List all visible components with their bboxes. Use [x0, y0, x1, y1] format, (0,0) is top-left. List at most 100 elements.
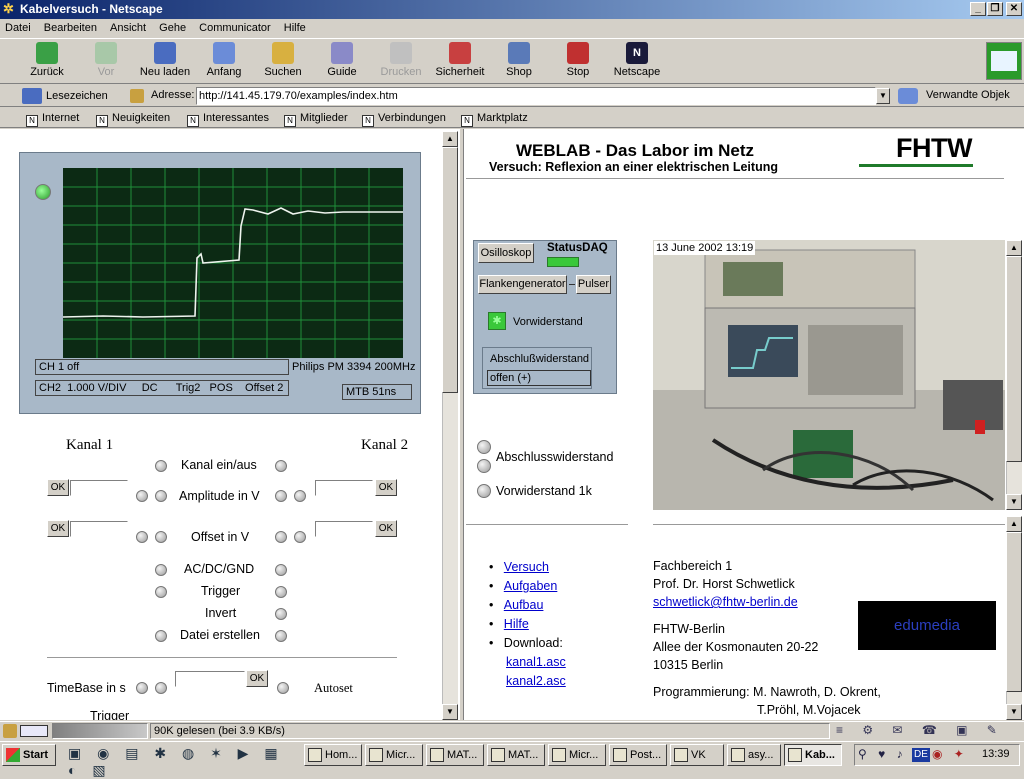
ch2-invert-button[interactable]: [275, 608, 287, 620]
ch1-datei-button[interactable]: [155, 630, 167, 642]
left-scroll-thumb[interactable]: [442, 147, 458, 393]
quick-launch[interactable]: ▣ ◉ ▤ ✱ ◍ ✶ ▶ ▦ ◐ ▧: [68, 745, 300, 778]
home-button[interactable]: Anfang: [196, 42, 252, 82]
ch1-offset-minus-button[interactable]: [155, 531, 167, 543]
personal-link-mitglieder[interactable]: N Mitglieder: [284, 110, 348, 127]
abschluss-select[interactable]: offen (+): [487, 370, 591, 386]
search-button[interactable]: Suchen: [255, 42, 311, 82]
reload-button[interactable]: Neu laden: [137, 42, 193, 82]
task-button-asy[interactable]: asy...: [727, 744, 781, 766]
security-button[interactable]: Sicherheit: [432, 42, 488, 82]
language-indicator[interactable]: DE: [912, 748, 930, 762]
vorwiderstand-switch[interactable]: ✱: [488, 312, 506, 330]
location-icon[interactable]: [130, 89, 144, 103]
guide-button[interactable]: Guide: [314, 42, 370, 82]
address-input[interactable]: http://141.45.179.70/examples/index.htm: [196, 87, 876, 105]
task-button-micr-1[interactable]: Micr...: [365, 744, 423, 766]
ch2-toggle-button[interactable]: [275, 460, 287, 472]
ch2-offset-minus-button[interactable]: [294, 531, 306, 543]
autoset-button[interactable]: [277, 682, 289, 694]
email-link[interactable]: schwetlick@fhtw-berlin.de: [653, 593, 881, 611]
timebase-minus-button[interactable]: [155, 682, 167, 694]
ch2-offset-input[interactable]: [315, 521, 373, 537]
ch1-coupling-button[interactable]: [155, 564, 167, 576]
task-button-hom[interactable]: Hom...: [304, 744, 362, 766]
back-button[interactable]: Zurück: [19, 42, 75, 82]
right-scroll-up-button[interactable]: ▲: [1006, 516, 1022, 532]
camera-scroll-up-button[interactable]: ▲: [1006, 240, 1022, 256]
aufbau-link[interactable]: Aufbau: [504, 598, 544, 612]
camera-scroll-thumb[interactable]: [1006, 256, 1022, 462]
ch1-amplitude-minus-button[interactable]: [155, 490, 167, 502]
aufgaben-link[interactable]: Aufgaben: [504, 579, 558, 593]
ch1-offset-ok-button[interactable]: OK: [47, 520, 69, 537]
close-button[interactable]: ✕: [1006, 2, 1022, 16]
tray-icons-2[interactable]: ◉ ✦: [932, 747, 968, 761]
related-objects-button[interactable]: Verwandte Objek: [926, 89, 1010, 101]
print-button[interactable]: Drucken: [373, 42, 429, 82]
camera-scroll-down-button[interactable]: ▼: [1006, 494, 1022, 510]
task-button-vk[interactable]: VK: [670, 744, 724, 766]
security-lock-icon[interactable]: [3, 724, 17, 738]
ch2-amplitude-plus-button[interactable]: [275, 490, 287, 502]
address-dropdown-button[interactable]: ▼: [876, 88, 890, 104]
personal-link-internet[interactable]: N Internet: [26, 110, 79, 127]
shop-button[interactable]: Shop: [491, 42, 547, 82]
versuch-link[interactable]: Versuch: [504, 560, 549, 574]
menu-communicator[interactable]: Communicator: [199, 22, 271, 34]
timebase-plus-button[interactable]: [136, 682, 148, 694]
ch1-offset-plus-button[interactable]: [136, 531, 148, 543]
ch1-amplitude-input[interactable]: [70, 480, 128, 496]
ch1-trigger-button[interactable]: [155, 586, 167, 598]
kanal2-download-link[interactable]: kanal2.asc: [506, 674, 566, 688]
pulser-button[interactable]: Pulser: [576, 275, 611, 294]
minimize-button[interactable]: _: [970, 2, 986, 16]
vorwiderstand-button[interactable]: [477, 484, 491, 498]
tray-icons[interactable]: ⚲ ♥ ♪: [858, 747, 907, 761]
menu-bearbeiten[interactable]: Bearbeiten: [44, 22, 97, 34]
scope-power-led[interactable]: [35, 184, 51, 200]
stop-button[interactable]: Stop: [550, 42, 606, 82]
edumedia-logo[interactable]: edumedia: [858, 601, 996, 650]
start-button[interactable]: Start: [2, 744, 56, 766]
kanal1-download-link[interactable]: kanal1.asc: [506, 655, 566, 669]
ch2-offset-ok-button[interactable]: OK: [375, 520, 397, 537]
left-scroll-up-button[interactable]: ▲: [442, 131, 458, 147]
ch1-offset-input[interactable]: [70, 521, 128, 537]
osilloskop-button[interactable]: Osilloskop: [478, 243, 534, 263]
ch1-toggle-button[interactable]: [155, 460, 167, 472]
ch2-amplitude-input[interactable]: [315, 480, 373, 496]
ch2-trigger-button[interactable]: [275, 586, 287, 598]
netscape-throbber[interactable]: [986, 42, 1022, 80]
ch1-amplitude-plus-button[interactable]: [136, 490, 148, 502]
right-scroll-down-button[interactable]: ▼: [1006, 704, 1022, 720]
timebase-input[interactable]: [175, 671, 245, 687]
right-scroll-thumb[interactable]: [1006, 532, 1022, 692]
menu-gehe[interactable]: Gehe: [159, 22, 186, 34]
personal-link-verbindungen[interactable]: N Verbindungen: [362, 110, 446, 127]
menu-datei[interactable]: Datei: [5, 22, 31, 34]
left-scroll-down-button[interactable]: ▼: [442, 704, 458, 720]
task-button-kab[interactable]: Kab...: [784, 744, 842, 766]
ch2-amplitude-ok-button[interactable]: OK: [375, 479, 397, 496]
ch2-offset-plus-button[interactable]: [275, 531, 287, 543]
abschluss-minus-button[interactable]: [477, 459, 491, 473]
frame-divider[interactable]: [459, 129, 464, 720]
menu-ansicht[interactable]: Ansicht: [110, 22, 146, 34]
personal-link-neuigkeiten[interactable]: N Neuigkeiten: [96, 110, 170, 127]
bookmarks-button[interactable]: Lesezeichen: [22, 87, 108, 105]
personal-link-marktplatz[interactable]: N Marktplatz: [461, 110, 528, 127]
ch2-amplitude-minus-button[interactable]: [294, 490, 306, 502]
task-button-post[interactable]: Post...: [609, 744, 667, 766]
hilfe-link[interactable]: Hilfe: [504, 617, 529, 631]
forward-button[interactable]: Vor: [78, 42, 134, 82]
ch2-coupling-button[interactable]: [275, 564, 287, 576]
task-button-mat-2[interactable]: MAT...: [487, 744, 545, 766]
netscape-button[interactable]: N Netscape: [609, 42, 665, 82]
status-component-icons[interactable]: ≡ ⚙ ✉ ☎ ▣ ✎: [836, 723, 1020, 739]
abschluss-plus-button[interactable]: [477, 440, 491, 454]
ch2-datei-button[interactable]: [275, 630, 287, 642]
task-button-mat-1[interactable]: MAT...: [426, 744, 484, 766]
personal-link-interessantes[interactable]: N Interessantes: [187, 110, 269, 127]
maximize-button[interactable]: ❐: [987, 2, 1003, 16]
